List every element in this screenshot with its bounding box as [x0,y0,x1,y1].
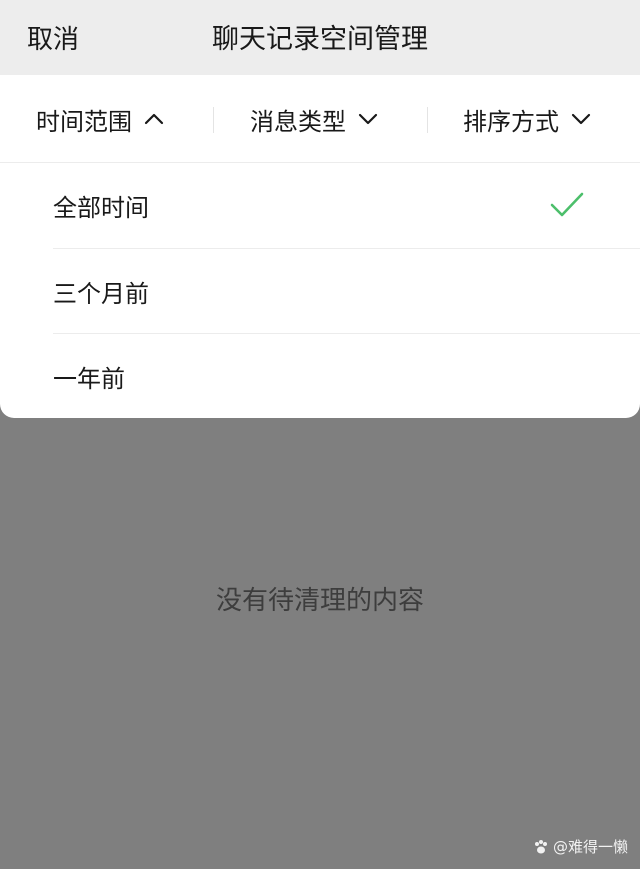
filter-bar: 时间范围 消息类型 排序方式 [0,75,640,163]
empty-state-message: 没有待清理的内容 [215,586,424,616]
filter-tab-label: 消息类型 [250,107,346,136]
filter-tab-time-range[interactable]: 时间范围 [36,75,164,163]
filter-tab-label: 时间范围 [36,107,132,136]
paw-icon [534,839,547,853]
time-option-three-months[interactable]: 三个月前 [53,249,640,334]
chevron-down-icon [571,113,591,125]
filter-separator [427,107,428,133]
header-bar: 取消 聊天记录空间管理 [0,0,640,75]
cancel-button[interactable]: 取消 [27,0,79,80]
option-label: 全部时间 [53,194,149,222]
checkmark-icon [550,192,584,217]
option-label: 三个月前 [53,280,149,308]
chevron-down-icon [358,113,378,125]
watermark-text: @难得一懒 [552,838,628,856]
filter-tab-label: 排序方式 [463,107,559,136]
time-option-one-year[interactable]: 一年前 [53,334,640,418]
watermark: @难得一懒 [533,836,628,857]
filter-tab-sort-order[interactable]: 排序方式 [463,75,591,163]
time-range-dropdown-panel: 时间范围 消息类型 排序方式 全部时间 三个月前 一年前 [0,75,640,418]
chat-storage-screen: 取消 聊天记录空间管理 时间范围 消息类型 排序方式 全部时间 三个月前 一年前… [0,0,640,869]
option-label: 一年前 [53,365,125,393]
page-title: 聊天记录空间管理 [212,24,428,55]
filter-separator [213,107,214,133]
filter-tab-message-type[interactable]: 消息类型 [250,75,378,163]
chevron-up-icon [144,113,164,125]
